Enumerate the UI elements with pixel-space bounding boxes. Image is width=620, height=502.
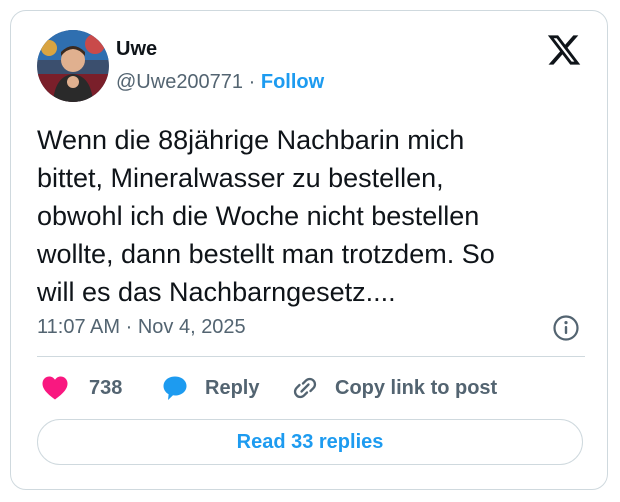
tweet-text-line: obwohl ich die Woche nicht bestellen bbox=[37, 201, 480, 231]
tweet-date: Nov 4, 2025 bbox=[137, 316, 246, 338]
tweet-card: Uwe @Uwe200771 · Follow Wenn die 88jähri… bbox=[10, 10, 608, 490]
tweet-time: 11:07 AM bbox=[37, 316, 121, 338]
tweet-text-line: will es das Nachbarngesetz.... bbox=[37, 277, 396, 307]
like-button[interactable]: 738 bbox=[41, 373, 122, 403]
like-count: 738 bbox=[89, 376, 123, 399]
copy-link-button[interactable]: Copy link to post bbox=[291, 373, 497, 403]
info-icon[interactable] bbox=[552, 314, 580, 342]
copy-link-label: Copy link to post bbox=[335, 376, 498, 399]
avatar[interactable] bbox=[37, 30, 109, 102]
read-replies-button[interactable]: Read 33 replies bbox=[37, 419, 583, 465]
author-handle-row: @Uwe200771 · Follow bbox=[116, 70, 324, 94]
tweet-text-line: wollte, dann bestellt man trotzdem. So bbox=[37, 239, 495, 269]
tweet-text: Wenn die 88jährige Nachbarin mich bittet… bbox=[37, 121, 597, 311]
link-icon bbox=[291, 374, 319, 402]
timestamp-separator: · bbox=[125, 316, 133, 338]
divider bbox=[37, 356, 585, 357]
handle-separator: · bbox=[248, 71, 256, 93]
author-display-name[interactable]: Uwe bbox=[116, 37, 157, 61]
tweet-text-line: bittet, Mineralwasser zu bestellen, bbox=[37, 163, 444, 193]
x-logo-icon[interactable] bbox=[546, 32, 582, 68]
reply-button[interactable]: Reply bbox=[161, 373, 259, 403]
read-replies-label: Read 33 replies bbox=[236, 430, 384, 453]
reply-label: Reply bbox=[205, 376, 260, 399]
author-handle[interactable]: @Uwe200771 bbox=[116, 71, 243, 93]
follow-button[interactable]: Follow bbox=[261, 71, 324, 93]
heart-icon bbox=[41, 375, 69, 401]
tweet-text-line: Wenn die 88jährige Nachbarin mich bbox=[37, 125, 465, 155]
speech-bubble-icon bbox=[161, 374, 189, 402]
tweet-timestamp[interactable]: 11:07 AM · Nov 4, 2025 bbox=[37, 313, 246, 341]
